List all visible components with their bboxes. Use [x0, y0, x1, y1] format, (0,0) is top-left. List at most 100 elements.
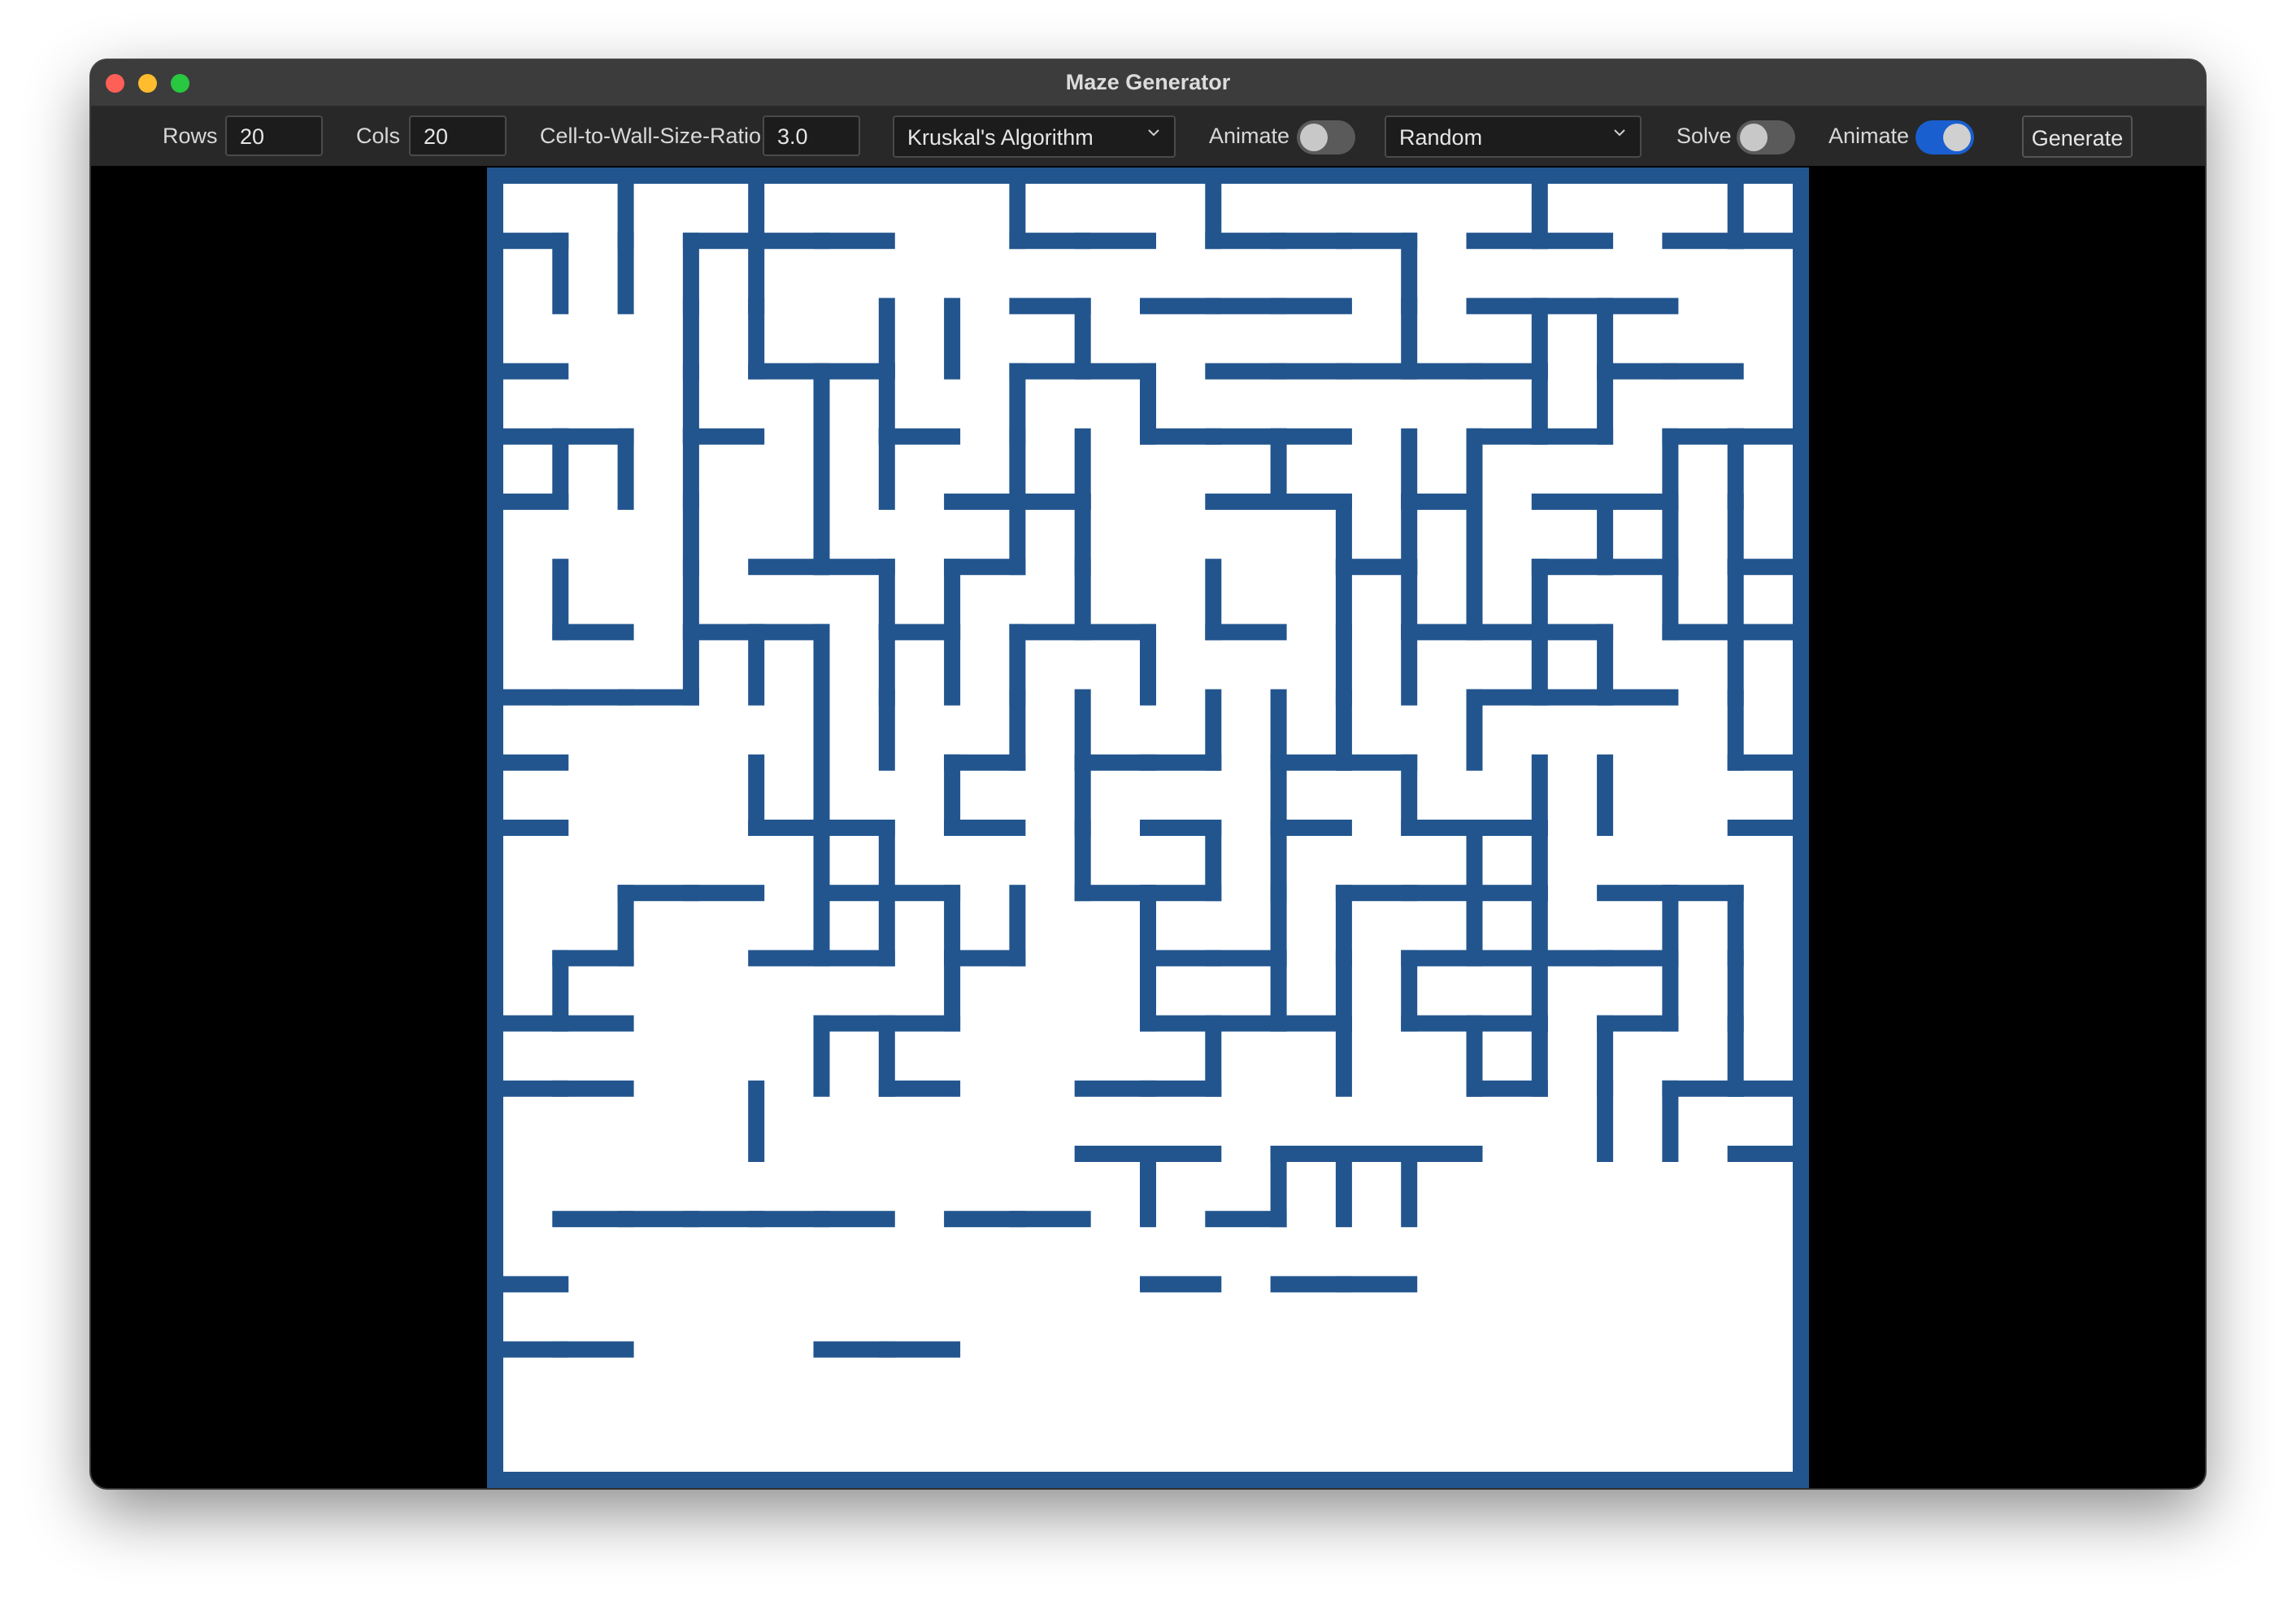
- cols-input[interactable]: 20: [409, 115, 507, 156]
- maze-wall: [878, 689, 895, 771]
- maze-wall: [1205, 820, 1222, 902]
- title-bar: Maze Generator: [91, 60, 2205, 107]
- maze-wall: [1466, 559, 1483, 641]
- maze-wall: [487, 363, 569, 380]
- maze-canvas: [487, 168, 1809, 1488]
- maze-wall: [1009, 885, 1026, 967]
- maze-wall: [682, 885, 765, 902]
- maze-wall: [1597, 494, 1614, 576]
- maze-wall: [1466, 689, 1483, 771]
- maze-wall: [682, 624, 699, 706]
- maze-wall: [1401, 754, 1418, 836]
- maze-wall: [1531, 168, 1548, 250]
- maze-wall: [1401, 624, 1418, 706]
- maze-wall: [487, 820, 569, 836]
- maze-wall: [878, 1341, 961, 1358]
- maze-wall: [748, 298, 765, 380]
- solve-label: Solve: [1676, 124, 1732, 148]
- maze-wall: [1335, 1276, 1418, 1293]
- ratio-input[interactable]: 3.0: [763, 115, 860, 156]
- maze-wall: [1270, 298, 1352, 315]
- generate-animate-label: Animate: [1209, 124, 1290, 148]
- maze-wall: [878, 885, 895, 967]
- chevron-down-icon: [1148, 129, 1159, 137]
- maze-wall: [552, 428, 569, 510]
- maze-wall: [813, 233, 895, 250]
- maze-wall: [1531, 624, 1548, 706]
- maze-wall: [1466, 885, 1483, 967]
- maze-wall: [1662, 363, 1744, 380]
- maze-wall: [552, 1080, 634, 1097]
- maze-wall: [1335, 1015, 1352, 1097]
- rows-input[interactable]: 20: [225, 115, 323, 156]
- maze-wall: [813, 1015, 830, 1097]
- maze-wall: [1270, 428, 1287, 510]
- maze-wall: [1727, 168, 1744, 250]
- maze-wall: [1140, 624, 1156, 706]
- solve-animate-label: Animate: [1829, 124, 1910, 148]
- maze-wall: [1270, 1146, 1287, 1228]
- maze-wall: [1009, 1211, 1091, 1228]
- maze-wall: [878, 428, 895, 510]
- maze-wall: [1597, 624, 1614, 706]
- maze-wall: [1140, 950, 1156, 1032]
- maze-wall: [944, 950, 961, 1032]
- maze-wall: [1531, 1015, 1548, 1097]
- maze-wall: [1662, 950, 1679, 1032]
- maze-wall: [552, 233, 569, 315]
- maze-wall: [1074, 298, 1091, 380]
- maze-wall: [617, 233, 634, 315]
- maze-wall: [1401, 298, 1418, 380]
- maze-wall: [748, 1080, 765, 1162]
- maze-wall: [813, 1211, 895, 1228]
- maze-wall: [1074, 559, 1091, 641]
- maze-wall: [1401, 1146, 1418, 1228]
- maze-wall: [1205, 168, 1222, 250]
- algorithm-select[interactable]: Kruskal's Algorithm: [893, 115, 1176, 158]
- maze: [487, 168, 1809, 1488]
- maze-wall: [617, 885, 634, 967]
- maze-wall: [1140, 1276, 1222, 1293]
- maze-border-top: [487, 168, 1809, 184]
- toggle-knob: [1300, 124, 1328, 151]
- maze-wall: [748, 754, 765, 836]
- maze-wall: [944, 624, 961, 706]
- maze-wall: [617, 428, 634, 510]
- solve-toggle[interactable]: [1737, 120, 1795, 154]
- maze-wall: [1009, 494, 1026, 576]
- maze-wall: [1335, 689, 1352, 771]
- maze-wall: [552, 1341, 634, 1358]
- maze-wall: [1009, 168, 1026, 250]
- maze-wall: [1597, 1080, 1614, 1162]
- chevron-down-icon: [1614, 129, 1625, 137]
- maze-wall: [552, 950, 569, 1032]
- maze-wall: [1727, 1015, 1744, 1097]
- maze-wall: [1074, 233, 1156, 250]
- maze-wall: [1140, 1146, 1156, 1228]
- maze-wall: [1597, 363, 1614, 445]
- maze-wall: [1074, 820, 1091, 902]
- maze-wall: [1531, 363, 1548, 445]
- maze-wall: [552, 559, 569, 641]
- generate-button[interactable]: Generate: [2022, 115, 2133, 158]
- maze-wall: [813, 885, 830, 967]
- generate-animate-toggle[interactable]: [1297, 120, 1355, 154]
- maze-wall: [487, 1276, 569, 1293]
- maze-wall: [1597, 754, 1614, 836]
- maze-border-bottom: [487, 1472, 1809, 1488]
- toolbar: Rows 20 Cols 20 Cell-to-Wall-Size-Ratio …: [91, 107, 2205, 166]
- maze-wall: [944, 754, 961, 836]
- maze-wall: [1140, 363, 1156, 445]
- start-mode-select-value: Random: [1399, 125, 1483, 150]
- cols-label: Cols: [356, 124, 401, 148]
- ratio-label: Cell-to-Wall-Size-Ratio: [540, 124, 762, 148]
- maze-wall: [1335, 1146, 1352, 1228]
- maze-wall: [1205, 689, 1222, 771]
- maze-wall: [1466, 1015, 1483, 1097]
- solve-animate-toggle[interactable]: [1916, 120, 1974, 154]
- start-mode-select[interactable]: Random: [1385, 115, 1642, 158]
- maze-wall: [1727, 689, 1744, 771]
- maze-wall: [1009, 689, 1026, 771]
- toggle-knob: [1943, 124, 1971, 151]
- maze-wall: [748, 624, 765, 706]
